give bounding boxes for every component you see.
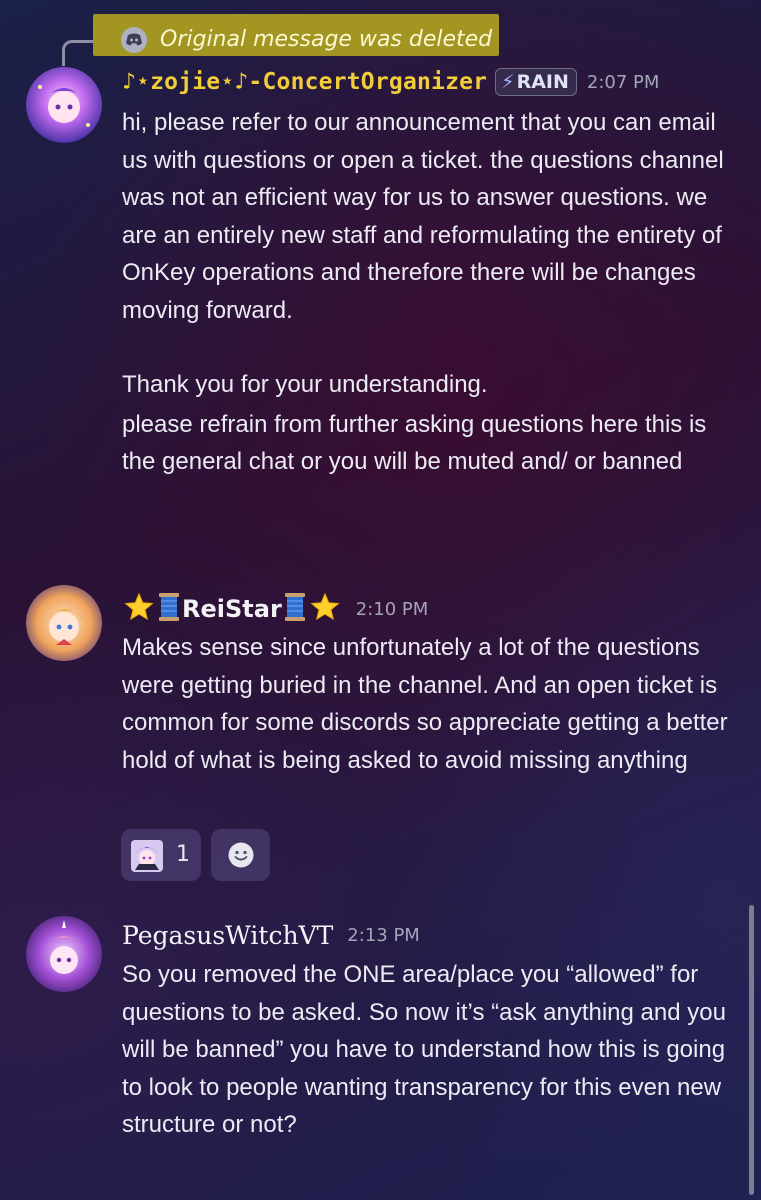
server-tag-badge[interactable]: ⚡ RAIN [495, 68, 577, 96]
server-tag-label: RAIN [516, 71, 569, 93]
message-header: PegasusWitchVT 2:13 PM [122, 921, 420, 955]
custom-emoji-icon [131, 840, 163, 872]
smiley-icon [228, 842, 254, 868]
message-content: So you removed the ONE area/place you “a… [122, 956, 734, 1144]
spool-icon [284, 592, 306, 626]
message-paragraph: please refrain from further asking quest… [122, 410, 707, 476]
avatar[interactable] [26, 916, 102, 992]
message-content: Makes sense since unfortunately a lot of… [122, 629, 734, 779]
timestamp: 2:07 PM [586, 71, 660, 93]
timestamp: 2:13 PM [347, 925, 420, 946]
message-paragraph: hi, please refer to our announcement tha… [122, 109, 724, 324]
username[interactable]: ♪⋆zojie⋆♪-ConcertOrganizer [122, 69, 487, 95]
timestamp: 2:10 PM [355, 598, 429, 620]
message-paragraph: Makes sense since unfortunately a lot of… [122, 634, 728, 774]
star-icon [310, 592, 340, 626]
star-icon [124, 592, 154, 626]
message-paragraph: So you removed the ONE area/place you “a… [122, 961, 726, 1138]
message-paragraph: Thank you for your understanding. [122, 371, 488, 398]
username[interactable]: ReiStar [182, 595, 282, 623]
scrollbar[interactable] [749, 905, 754, 1195]
message-content: hi, please refer to our announcement tha… [122, 104, 734, 481]
avatar[interactable] [26, 67, 102, 143]
spool-icon [158, 592, 180, 626]
reaction-chip[interactable]: 1 [121, 829, 201, 881]
message-header: ♪⋆zojie⋆♪-ConcertOrganizer ⚡ RAIN 2:07 PM [122, 68, 659, 102]
add-reaction-button[interactable] [211, 829, 270, 881]
discord-icon [121, 27, 147, 53]
username[interactable]: PegasusWitchVT [122, 921, 333, 950]
avatar[interactable] [26, 585, 102, 661]
message-header: ReiStar 2:10 PM [122, 592, 428, 626]
reply-deleted-text[interactable]: Original message was deleted [160, 27, 492, 53]
reaction-count: 1 [176, 842, 190, 867]
lightning-icon: ⚡ [501, 71, 515, 93]
